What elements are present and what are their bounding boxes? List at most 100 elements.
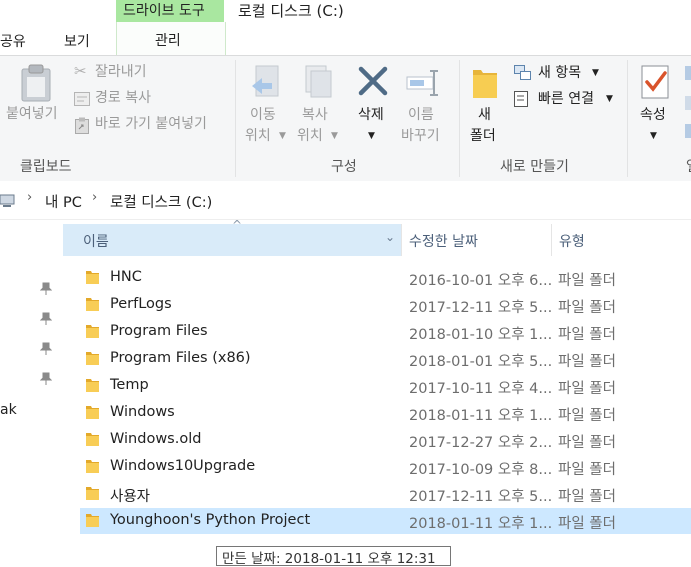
file-modified-date: 2018-01-10 오후 1... — [409, 327, 553, 343]
tab-share[interactable]: 공유 — [0, 31, 26, 51]
easy-access-label: 빠른 연결 — [538, 91, 594, 107]
column-name-label: 이름 — [83, 234, 109, 250]
new-group-label: 새로 만들기 — [500, 159, 569, 175]
column-header-name[interactable]: 이름 ^ ⌄ — [63, 218, 401, 256]
easy-access-icon — [514, 91, 528, 107]
delete-label: 삭제 — [358, 107, 384, 123]
copy-path-icon — [74, 92, 90, 106]
nav-item-truncated[interactable]: ak — [0, 402, 17, 418]
open-group-label: 열 — [686, 156, 691, 176]
pin-icon[interactable] — [40, 372, 52, 386]
folder-icon — [86, 433, 99, 446]
ribbon-tab-bar: 드라이브 도구 로컬 디스크 (C:) 공유 보기 관리 — [0, 0, 691, 56]
file-name: 사용자 — [110, 489, 151, 505]
file-type: 파일 폴더 — [558, 300, 616, 316]
paste-shortcut-icon — [75, 117, 89, 134]
properties-check-icon — [641, 65, 669, 99]
file-row[interactable]: Younghoon's Python Project 2018-01-11 오후… — [80, 508, 691, 534]
move-to-icon — [252, 65, 279, 97]
rename-label: 이름 — [408, 107, 434, 123]
folder-icon — [86, 271, 99, 284]
pin-icon[interactable] — [40, 312, 52, 326]
file-row[interactable]: Windows 2018-01-11 오후 1... 파일 폴더 — [80, 400, 691, 426]
file-name: PerfLogs — [110, 296, 172, 312]
navigation-pane — [0, 224, 62, 560]
column-header-modified[interactable]: 수정한 날짜 — [402, 224, 550, 256]
file-row[interactable]: PerfLogs 2017-12-11 오후 5... 파일 폴더 — [80, 292, 691, 318]
chevron-down-icon: ▼ — [650, 131, 657, 141]
organize-group-label: 구성 — [331, 159, 357, 175]
file-name: HNC — [110, 269, 142, 285]
pin-icon[interactable] — [40, 342, 52, 356]
ribbon-separator — [459, 60, 460, 177]
folder-icon — [86, 325, 99, 338]
file-type: 파일 폴더 — [558, 489, 616, 505]
window-title: 로컬 디스크 (C:) — [238, 2, 344, 20]
new-folder-button[interactable]: 새 폴더 — [466, 62, 504, 147]
tab-manage-label: 관리 — [155, 33, 181, 49]
column-type-label: 유형 — [559, 234, 585, 250]
address-bar[interactable]: › 내 PC › 로컬 디스크 (C:) — [0, 181, 691, 220]
paste-button[interactable]: 붙여넣기 — [0, 60, 70, 140]
file-row[interactable]: Program Files 2018-01-10 오후 1... 파일 폴더 — [80, 319, 691, 345]
rename-label-2: 바꾸기 — [401, 128, 440, 144]
copy-to-label: 복사 — [302, 107, 328, 123]
tooltip: 만든 날짜: 2018-01-11 오후 12:31 — [216, 546, 451, 567]
file-row[interactable]: Windows.old 2017-12-27 오후 2... 파일 폴더 — [80, 427, 691, 453]
drive-tools-label: 드라이브 도구 — [123, 3, 205, 19]
file-row[interactable]: Program Files (x86) 2018-01-01 오후 5... 파… — [80, 346, 691, 372]
sort-ascending-icon: ^ — [232, 218, 243, 232]
file-modified-date: 2018-01-11 오후 1... — [409, 408, 553, 424]
chevron-down-icon: ▼ — [606, 94, 613, 104]
file-row[interactable]: 사용자 2017-12-11 오후 5... 파일 폴더 — [80, 481, 691, 507]
file-row[interactable]: Windows10Upgrade 2017-10-09 오후 8... 파일 폴… — [80, 454, 691, 480]
ribbon-overflow-icons — [685, 66, 691, 146]
file-modified-date: 2018-01-01 오후 5... — [409, 354, 553, 370]
file-type: 파일 폴더 — [558, 327, 616, 343]
chevron-down-icon: ▼ — [331, 131, 338, 141]
folder-icon — [86, 298, 99, 311]
ribbon-separator — [627, 60, 628, 177]
folder-icon — [86, 379, 99, 392]
breadcrumb-this-pc[interactable]: 내 PC — [45, 191, 82, 212]
pc-icon — [0, 194, 15, 207]
breadcrumb-drive[interactable]: 로컬 디스크 (C:) — [110, 191, 212, 212]
file-type: 파일 폴더 — [558, 408, 616, 424]
column-modified-label: 수정한 날짜 — [409, 234, 478, 250]
copy-to-label-2: 위치 — [297, 128, 323, 144]
move-to-label-2: 위치 — [245, 128, 271, 144]
column-header-row: 이름 ^ ⌄ 수정한 날짜 유형 — [63, 218, 691, 256]
chevron-down-icon: ▼ — [279, 131, 286, 141]
copy-to-button[interactable]: 복사 위치 ▼ — [294, 62, 342, 147]
move-to-button[interactable]: 이동 위치 ▼ — [242, 62, 290, 147]
move-to-label: 이동 — [250, 107, 276, 123]
pin-icon[interactable] — [40, 282, 52, 296]
new-item-icon — [514, 65, 531, 80]
file-type: 파일 폴더 — [558, 381, 616, 397]
drive-tools-context-header: 드라이브 도구 — [116, 0, 224, 22]
folder-icon — [473, 70, 497, 98]
delete-button[interactable]: 삭제 ▼ — [352, 62, 394, 147]
tab-view[interactable]: 보기 — [64, 31, 90, 51]
column-header-type[interactable]: 유형 — [552, 224, 691, 256]
file-row[interactable]: Temp 2017-10-11 오후 4... 파일 폴더 — [80, 373, 691, 399]
file-row[interactable]: HNC 2016-10-01 오후 6... 파일 폴더 — [80, 265, 691, 291]
file-type: 파일 폴더 — [558, 516, 616, 532]
clipboard-group-label: 클립보드 — [20, 159, 72, 175]
tab-manage[interactable]: 관리 — [116, 22, 226, 56]
file-modified-date: 2017-10-11 오후 4... — [409, 381, 553, 397]
folder-icon — [86, 487, 99, 500]
file-type: 파일 폴더 — [558, 462, 616, 478]
folder-icon — [86, 352, 99, 365]
file-type: 파일 폴더 — [558, 354, 616, 370]
rename-button[interactable]: 이름 바꾸기 — [400, 62, 450, 147]
paste-label: 붙여넣기 — [6, 106, 58, 122]
ribbon-separator — [235, 60, 236, 177]
properties-label: 속성 — [640, 107, 666, 123]
chevron-down-icon: ▼ — [368, 131, 375, 141]
file-name: Windows — [110, 404, 175, 420]
paste-shortcut-label: 바로 가기 붙여넣기 — [95, 116, 207, 132]
chevron-down-icon[interactable]: ⌄ — [385, 230, 395, 244]
file-name: Windows.old — [110, 431, 202, 447]
properties-button[interactable]: 속성 ▼ — [634, 62, 676, 147]
